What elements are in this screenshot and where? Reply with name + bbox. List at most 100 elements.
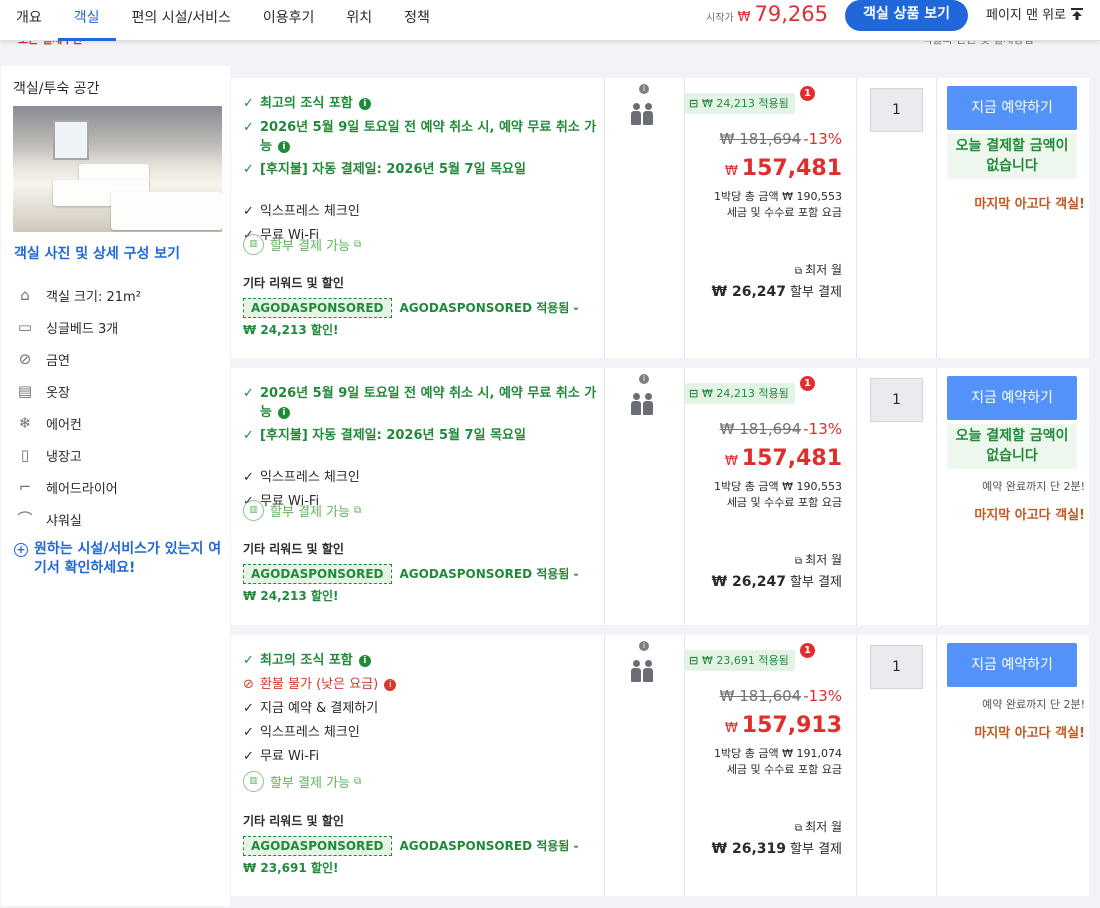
installment-available[interactable]: ▥ 할부 결제 가능 ⧉ — [243, 771, 361, 792]
facility-item: ⌒ 샤워실 — [14, 508, 81, 530]
plus-circle-icon: + — [14, 543, 28, 557]
installment-amount: ₩ 26,247 — [711, 574, 787, 590]
installment-icon: ▥ — [243, 234, 264, 255]
back-to-top-link[interactable]: 페이지 맨 위로 — [986, 4, 1084, 23]
booking-cell: 지금 예약하기 오늘 결제할 금액이 없습니다 마지막 아고다 객실! — [937, 78, 1089, 358]
pay-nothing-today: 오늘 결제할 금액이 없습니다 — [947, 424, 1077, 469]
installment-price-label: 할부 결제 — [790, 575, 842, 590]
info-icon[interactable]: i — [277, 407, 290, 419]
coupon-applied[interactable]: ⊟ ₩ 23,691 적용됨 — [685, 650, 795, 671]
room-quantity-select[interactable]: 1 — [870, 645, 923, 689]
facility-label: 에어컨 — [46, 417, 82, 433]
installment-price-label: 할부 결제 — [790, 842, 842, 857]
strikethrough-price: ₩ 181,694 — [719, 130, 802, 148]
air-conditioner-icon: ❄ — [18, 414, 32, 432]
tab-4[interactable]: 위치 — [330, 0, 388, 41]
quantity-cell: 1 — [857, 635, 937, 896]
facility-item: ❄ 에어컨 — [14, 412, 82, 434]
lowest-label: 최저 월 — [805, 820, 842, 834]
room-quantity-select[interactable]: 1 — [870, 378, 923, 422]
external-link-icon: ⧉ — [354, 776, 362, 787]
occupancy-info-icon[interactable]: i — [639, 84, 649, 94]
room-photo-bed — [111, 192, 222, 230]
facility-label: 금연 — [46, 353, 70, 369]
benefit-item: ✓ 최고의 조식 포함 i — [243, 94, 603, 113]
person-icon — [643, 103, 653, 125]
last-room-notice: 마지막 아고다 객실! — [974, 508, 1085, 523]
benefit-item: ✓ 무료 Wi-Fi — [243, 747, 603, 766]
info-icon[interactable]: i — [277, 141, 290, 153]
installment-icon: ▥ — [243, 500, 264, 521]
tab-5[interactable]: 정책 — [388, 0, 446, 41]
benefit-item: ✓ 익스프레스 체크인 — [243, 468, 603, 487]
book-now-button[interactable]: 지금 예약하기 — [947, 643, 1077, 687]
coupon-text: ₩ 23,691 적용됨 — [702, 654, 789, 667]
hair-dryer-icon: ⌐ — [18, 478, 32, 496]
offer-benefits: ✓ 2026년 5월 9일 토요일 전 예약 취소 시, 예약 무료 취소 가능 i… — [231, 368, 605, 625]
info-icon[interactable]: i — [358, 655, 371, 667]
room-quantity-select[interactable]: 1 — [870, 88, 923, 132]
occupancy: i — [605, 78, 685, 358]
price-panel: ⊟ ₩ 24,213 적용됨 1 ₩ 181,694 -13% ₩157,481 1박당 … — [685, 78, 857, 358]
other-rewards-title: 기타 리워드 및 할인 — [243, 814, 344, 828]
external-link-icon: ⧉ — [354, 239, 362, 250]
room-details-link[interactable]: 객실 사진 및 상세 구성 보기 — [14, 243, 180, 263]
book-now-button[interactable]: 지금 예약하기 — [947, 86, 1077, 130]
no-smoking-icon: ⊘ — [18, 350, 32, 368]
external-link-icon: ⧉ — [794, 266, 803, 277]
installment-price: ₩ 26,319 할부 결제 — [712, 838, 842, 857]
occupancy-info-icon[interactable]: i — [639, 641, 649, 651]
check-icon: ✓ — [243, 701, 254, 716]
discount-percent: -13% — [803, 687, 842, 705]
installment-label: 할부 결제 가능 — [270, 776, 351, 791]
coupon-text: ₩ 24,213 적용됨 — [702, 97, 789, 110]
original-price: ₩ 181,694 -13% — [720, 130, 842, 148]
benefit-label: [후지불] 자동 결제일: 2026년 5월 7일 목요일 — [260, 162, 526, 177]
coupon-applied[interactable]: ⊟ ₩ 24,213 적용됨 — [685, 93, 795, 114]
tax-note: 세금 및 수수료 포함 요금 — [726, 206, 842, 219]
installment-available[interactable]: ▥ 할부 결제 가능 ⧉ — [243, 500, 361, 521]
installment-price-label: 할부 결제 — [790, 285, 842, 300]
current-price: ₩157,481 — [725, 446, 842, 471]
book-now-button[interactable]: 지금 예약하기 — [947, 376, 1077, 420]
tab-2[interactable]: 편의 시설/서비스 — [116, 0, 247, 41]
price-value: 157,913 — [741, 713, 842, 738]
room-title: 객실/투숙 공간 — [13, 81, 100, 97]
info-icon[interactable]: i — [358, 98, 371, 110]
benefit-item: ✓ [후지불] 자동 결제일: 2026년 5월 7일 목요일 — [243, 160, 603, 179]
closet-icon: ▤ — [17, 382, 33, 400]
person-icon — [631, 660, 641, 682]
benefit-text: 무료 Wi-Fi — [260, 747, 319, 766]
price-breakdown: 1박당 총 금액 ₩ 191,074 세금 및 수수료 포함 요금 — [714, 746, 842, 778]
more-facilities-label: 원하는 시설/서비스가 있는지 여기서 확인하세요! — [34, 541, 222, 576]
view-room-offers-button[interactable]: 객실 상품 보기 — [845, 0, 968, 31]
occupancy: i — [605, 635, 685, 896]
facility-label: 옷장 — [46, 385, 70, 401]
occupancy: i — [605, 368, 685, 625]
last-room-notice: 마지막 아고다 객실! — [974, 726, 1085, 741]
two-guests-icon — [631, 393, 653, 415]
price-value: 157,481 — [741, 156, 842, 181]
person-icon — [631, 393, 641, 415]
installment-available[interactable]: ▥ 할부 결제 가능 ⧉ — [243, 234, 361, 255]
per-night-total: 1박당 총 금액 ₩ 191,074 — [714, 747, 842, 760]
tab-0[interactable]: 개요 — [0, 0, 58, 41]
start-price-label: 시작가 — [706, 13, 734, 24]
info-icon[interactable]: i — [384, 679, 397, 691]
bed-icon: ▭ — [17, 318, 33, 336]
room-photo[interactable] — [13, 106, 222, 232]
check-icon: ✓ — [243, 162, 254, 177]
coupon-applied[interactable]: ⊟ ₩ 24,213 적용됨 — [685, 383, 795, 404]
check-icon: ✓ — [243, 749, 254, 764]
lowest-monthly: ⧉ 최저 월 — [795, 551, 842, 568]
more-facilities-link[interactable]: + 원하는 시설/서비스가 있는지 여기서 확인하세요! — [14, 540, 224, 578]
occupancy-info-icon[interactable]: i — [639, 374, 649, 384]
facility-label: 헤어드라이어 — [46, 481, 118, 497]
original-price: ₩ 181,604 -13% — [720, 687, 842, 705]
last-room-notice: 마지막 아고다 객실! — [974, 197, 1085, 212]
tab-1[interactable]: 객실 — [57, 0, 116, 41]
benefit-item: ✓ 최고의 조식 포함 i — [243, 651, 603, 670]
price-panel: ⊟ ₩ 24,213 적용됨 1 ₩ 181,694 -13% ₩157,481 1박당 … — [685, 368, 857, 625]
tab-3[interactable]: 이용후기 — [247, 0, 331, 41]
start-price-value: 79,265 — [754, 2, 828, 26]
